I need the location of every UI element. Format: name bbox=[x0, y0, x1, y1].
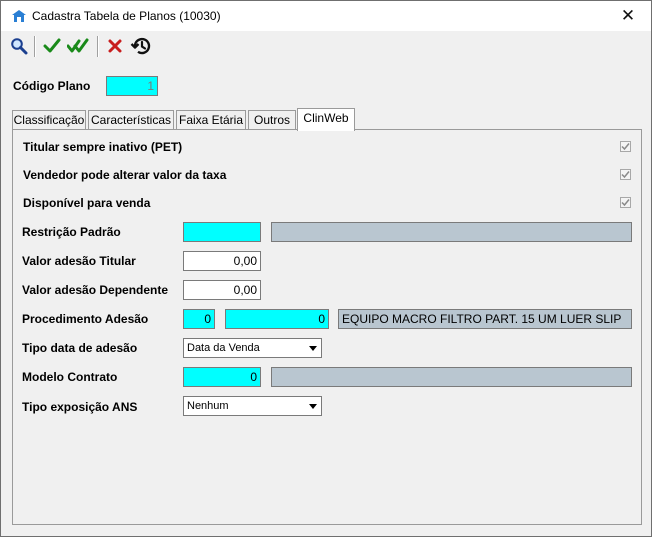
chevron-down-icon bbox=[305, 339, 321, 357]
restricao-padrao-input[interactable] bbox=[183, 222, 261, 242]
tipo-exposicao-ans-select[interactable]: Nenhum bbox=[183, 396, 322, 416]
search-button[interactable] bbox=[9, 36, 29, 56]
search-icon bbox=[11, 38, 28, 55]
modelo-contrato-input[interactable]: 0 bbox=[183, 367, 261, 387]
tipo-exposicao-ans-label: Tipo exposição ANS bbox=[22, 400, 138, 414]
disponivel-venda-label: Disponível para venda bbox=[23, 196, 151, 210]
tipo-data-adesao-select[interactable]: Data da Venda bbox=[183, 338, 322, 358]
valor-adesao-dependente-label: Valor adesão Dependente bbox=[22, 283, 169, 297]
cancel-button[interactable] bbox=[105, 36, 125, 56]
vendedor-altera-taxa-checkbox[interactable] bbox=[620, 169, 631, 180]
tab-classificacao[interactable]: Classificação bbox=[12, 110, 86, 130]
tipo-data-adesao-value: Data da Venda bbox=[187, 342, 260, 354]
tab-panel-clinweb: Titular sempre inativo (PET) Vendedor po… bbox=[12, 129, 642, 525]
titular-inativo-checkbox[interactable] bbox=[620, 141, 631, 152]
procedimento-adesao-code2-input[interactable]: 0 bbox=[225, 309, 329, 329]
tab-caracteristicas[interactable]: Características bbox=[88, 110, 174, 130]
tab-clinweb[interactable]: ClinWeb bbox=[297, 108, 355, 131]
chevron-down-icon bbox=[305, 397, 321, 415]
tab-faixa-etaria[interactable]: Faixa Etária bbox=[176, 110, 246, 130]
modelo-contrato-label: Modelo Contrato bbox=[22, 370, 118, 384]
close-button[interactable]: ✕ bbox=[605, 1, 651, 31]
valor-adesao-titular-input[interactable]: 0,00 bbox=[183, 251, 261, 271]
history-icon bbox=[130, 37, 151, 55]
checkmark-icon bbox=[621, 143, 630, 151]
checkmark-icon bbox=[621, 199, 630, 207]
restricao-padrao-label: Restrição Padrão bbox=[22, 225, 121, 239]
x-icon bbox=[108, 39, 122, 53]
codigo-plano-input[interactable]: 1 bbox=[106, 76, 158, 96]
procedimento-adesao-label: Procedimento Adesão bbox=[22, 312, 149, 326]
vendedor-altera-taxa-label: Vendedor pode alterar valor da taxa bbox=[23, 168, 227, 182]
disponivel-venda-checkbox[interactable] bbox=[620, 197, 631, 208]
toolbar bbox=[1, 31, 651, 62]
procedimento-adesao-code1-input[interactable]: 0 bbox=[183, 309, 215, 329]
checkmark-icon bbox=[621, 171, 630, 179]
app-icon bbox=[12, 10, 26, 22]
procedimento-adesao-description: EQUIPO MACRO FILTRO PART. 15 UM LUER SLI… bbox=[338, 309, 632, 329]
titular-inativo-label: Titular sempre inativo (PET) bbox=[23, 140, 183, 154]
restricao-padrao-description bbox=[271, 222, 632, 242]
close-icon: ✕ bbox=[620, 6, 636, 25]
tab-outros[interactable]: Outros bbox=[248, 110, 296, 130]
history-button[interactable] bbox=[130, 36, 152, 56]
tipo-data-adesao-label: Tipo data de adesão bbox=[22, 341, 138, 355]
codigo-plano-label: Código Plano bbox=[13, 79, 91, 93]
window-title: Cadastra Tabela de Planos (10030) bbox=[32, 9, 221, 23]
dialog-window: Cadastra Tabela de Planos (10030) ✕ Códi… bbox=[0, 0, 652, 537]
confirm-all-button[interactable] bbox=[67, 36, 89, 56]
title-bar: Cadastra Tabela de Planos (10030) ✕ bbox=[1, 1, 651, 31]
valor-adesao-dependente-input[interactable]: 0,00 bbox=[183, 280, 261, 300]
valor-adesao-titular-label: Valor adesão Titular bbox=[22, 254, 136, 268]
modelo-contrato-description bbox=[271, 367, 632, 387]
tipo-exposicao-ans-value: Nenhum bbox=[187, 400, 229, 412]
confirm-button[interactable] bbox=[42, 36, 62, 56]
double-check-icon bbox=[67, 38, 89, 53]
check-icon bbox=[43, 38, 61, 53]
